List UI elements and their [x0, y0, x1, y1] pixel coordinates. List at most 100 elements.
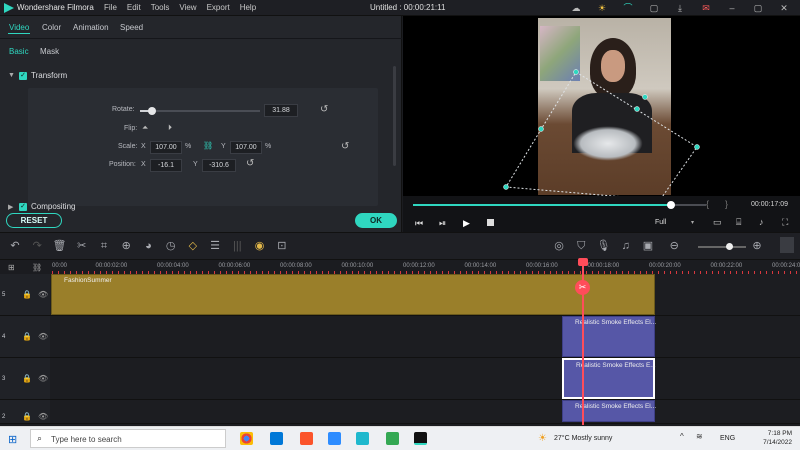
sun-icon[interactable]: ☀ — [596, 3, 608, 13]
flip-vertical-icon[interactable]: ⏶ — [142, 123, 148, 133]
grid-view-icon[interactable] — [780, 237, 794, 253]
zoom-in-icon[interactable]: ⊕ — [750, 239, 764, 252]
zoom-slider[interactable] — [698, 246, 746, 248]
system-tray-icons[interactable]: ^ — [680, 432, 690, 445]
voiceover-icon[interactable]: ♫ — [619, 240, 633, 252]
tab-color[interactable]: Color — [42, 23, 61, 32]
scissors-icon[interactable]: ✂ — [575, 280, 590, 295]
weather-text[interactable]: 27°C Mostly sunny — [554, 435, 612, 442]
maximize-icon[interactable]: ▢ — [752, 3, 764, 13]
network-icon[interactable]: ≋ — [696, 432, 706, 445]
audio-icon[interactable]: ||| — [230, 240, 244, 252]
transform-checkbox[interactable]: ✓ — [19, 72, 27, 80]
undo-icon[interactable]: ↶ — [8, 239, 22, 252]
zoom-out-icon[interactable]: ⊖ — [667, 239, 681, 252]
timeline-clip[interactable]: Realistic Smoke Effects El... — [562, 400, 656, 422]
play-back-icon[interactable]: ⏯ — [439, 218, 446, 229]
zoom-slider-handle[interactable] — [726, 243, 733, 250]
flip-horizontal-icon[interactable]: ⏵ — [168, 123, 172, 133]
tab-animation[interactable]: Animation — [73, 23, 109, 32]
lock-icon[interactable]: 🔒 — [22, 332, 32, 341]
link-track-icon[interactable]: ⛓ — [32, 263, 42, 272]
reset-scale-icon[interactable]: ↺ — [341, 141, 349, 152]
close-icon[interactable]: ✕ — [778, 3, 790, 13]
expand-arrow-icon[interactable]: ▶ — [8, 203, 13, 211]
cut-icon[interactable]: ✂ — [75, 239, 89, 252]
transform-bounding-box[interactable] — [500, 60, 710, 200]
monitor-icon[interactable]: ▭ — [713, 217, 722, 228]
delete-icon[interactable]: 🗑 — [52, 239, 66, 252]
render-icon[interactable]: ◎ — [552, 239, 566, 252]
color-icon[interactable]: ◕ — [141, 240, 155, 252]
crop-icon[interactable]: ⌗ — [97, 240, 111, 253]
download-icon[interactable]: ⤓ — [674, 3, 686, 13]
file-explorer-icon[interactable] — [270, 432, 283, 445]
progress-handle[interactable] — [666, 201, 675, 209]
menu-export[interactable]: Export — [207, 3, 230, 12]
mark-in-icon[interactable]: { — [706, 199, 709, 209]
notification-icon[interactable]: ✉ — [700, 3, 712, 13]
previous-frame-icon[interactable]: ⏮ — [415, 218, 423, 229]
message-icon[interactable]: ▢ — [648, 3, 660, 13]
menu-file[interactable]: File — [104, 3, 117, 12]
mask-icon[interactable]: ⊡ — [275, 239, 289, 252]
snapshot-timeline-icon[interactable]: ▣ — [641, 239, 655, 252]
redo-icon[interactable]: ↷ — [30, 239, 44, 252]
fullscreen-icon[interactable]: ⛶ — [782, 217, 788, 228]
zoom-icon[interactable]: ⊕ — [119, 239, 133, 252]
keyframe-icon[interactable]: ◇ — [186, 239, 200, 252]
tab-speed[interactable]: Speed — [120, 23, 143, 32]
chevron-down-icon[interactable]: ▾ — [691, 219, 694, 226]
chrome-alt-icon[interactable] — [386, 432, 399, 445]
add-track-icon[interactable]: ⊞ — [8, 263, 15, 272]
timeline-clip[interactable]: FashionSummer — [51, 274, 655, 315]
app-icon[interactable] — [356, 432, 369, 445]
collapse-arrow-icon[interactable]: ▼ — [8, 72, 15, 79]
mark-out-icon[interactable]: } — [725, 199, 728, 209]
reset-position-icon[interactable]: ↺ — [246, 158, 254, 169]
playhead-handle[interactable] — [578, 258, 588, 266]
windows-start-icon[interactable]: ⊞ — [8, 433, 17, 446]
chrome-icon[interactable] — [240, 432, 253, 445]
link-icon[interactable]: ⛓ — [203, 141, 213, 150]
reset-rotate-icon[interactable]: ↺ — [320, 104, 328, 115]
eye-icon[interactable]: 👁 — [38, 374, 48, 383]
play-icon[interactable]: ▶ — [463, 218, 470, 229]
lock-icon[interactable]: 🔒 — [22, 374, 32, 383]
lock-icon[interactable]: 🔒 — [22, 412, 32, 421]
search-box[interactable]: ⌕ Type here to search — [30, 429, 226, 448]
zoom-app-icon[interactable] — [328, 432, 341, 445]
brave-icon[interactable] — [300, 432, 313, 445]
auto-reframe-icon[interactable]: ◉ — [253, 239, 267, 252]
menu-edit[interactable]: Edit — [127, 3, 141, 12]
position-y-input[interactable]: -310.6 — [202, 159, 236, 172]
rotate-slider[interactable] — [140, 110, 260, 112]
rotate-input[interactable]: 31.88 — [264, 104, 298, 117]
menu-help[interactable]: Help — [240, 3, 256, 12]
timeline-clip[interactable]: Realistic Smoke Effects El... — [562, 316, 656, 357]
eye-icon[interactable]: 👁 — [38, 412, 48, 421]
compositing-checkbox[interactable]: ✓ — [19, 203, 27, 211]
marker-icon[interactable]: ⛉ — [574, 240, 588, 253]
menu-tools[interactable]: Tools — [151, 3, 170, 12]
subtab-mask[interactable]: Mask — [40, 47, 59, 56]
eye-icon[interactable]: 👁 — [38, 290, 48, 299]
scale-y-input[interactable]: 107.00 — [230, 141, 262, 154]
adjust-icon[interactable]: ☰ — [208, 239, 222, 252]
menu-view[interactable]: View — [179, 3, 196, 12]
filmora-taskbar-icon[interactable] — [414, 432, 427, 445]
quality-select[interactable]: Full — [655, 219, 666, 226]
volume-icon[interactable]: ♪ — [759, 217, 764, 227]
speed-icon[interactable]: ◷ — [164, 239, 178, 252]
panel-scrollbar[interactable] — [393, 66, 396, 166]
timeline-ruler[interactable]: ⊞ ⛓ 00:00 00:00:02:00 00:00:04:00 00:00:06:… — [0, 260, 800, 274]
headset-icon[interactable]: ⌒ — [622, 3, 634, 13]
tab-video[interactable]: Video — [9, 23, 29, 32]
microphone-icon[interactable]: 🎙 — [596, 239, 610, 252]
ok-button[interactable]: OK — [355, 213, 397, 228]
position-x-input[interactable]: -16.1 — [150, 159, 182, 172]
reset-button[interactable]: RESET — [6, 213, 62, 228]
snapshot-icon[interactable]: ⌸ — [736, 217, 741, 228]
cloud-icon[interactable]: ☁ — [570, 3, 582, 13]
subtab-basic[interactable]: Basic — [9, 47, 29, 56]
